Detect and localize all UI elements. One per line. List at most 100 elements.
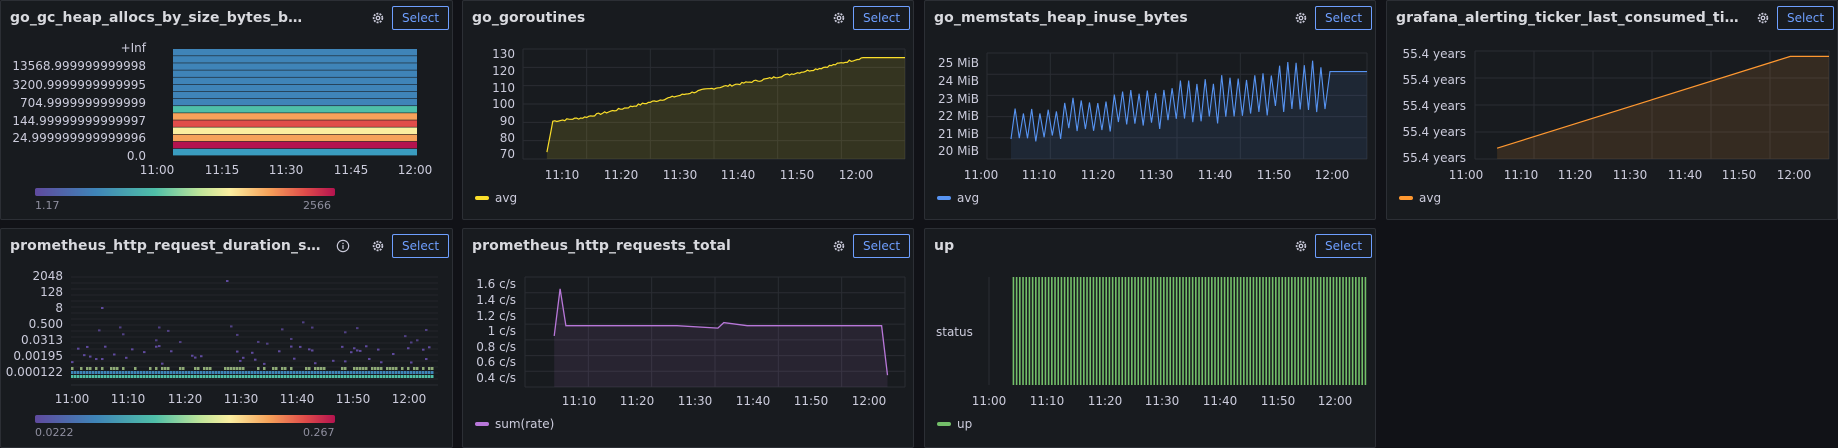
gear-icon[interactable] bbox=[832, 239, 846, 253]
x-tick: 11:20 bbox=[1557, 168, 1593, 182]
heatmap-cell bbox=[107, 375, 110, 378]
gear-icon[interactable] bbox=[1294, 11, 1308, 25]
heatmap-cell bbox=[374, 367, 377, 370]
heatmap-cell bbox=[209, 367, 212, 370]
gear-icon[interactable] bbox=[1756, 11, 1770, 25]
status-bar bbox=[1351, 277, 1354, 385]
heatmap-cell bbox=[272, 371, 275, 374]
select-button[interactable]: Select bbox=[1315, 6, 1373, 30]
heatmap-cell bbox=[344, 331, 347, 334]
select-button[interactable]: Select bbox=[1315, 234, 1373, 258]
heatmap-cell bbox=[158, 326, 161, 329]
panel-requests-total: prometheus_http_requests_total Select 1.… bbox=[462, 228, 914, 448]
heatmap-cell bbox=[401, 367, 404, 370]
heatmap-cell bbox=[173, 375, 176, 378]
heatmap-cell bbox=[290, 345, 293, 348]
heatmap-plot bbox=[71, 276, 438, 386]
status-bar bbox=[1287, 277, 1290, 385]
heatmap-cell bbox=[92, 375, 95, 378]
gear-icon[interactable] bbox=[371, 239, 385, 253]
heatmap-cell bbox=[167, 367, 170, 370]
heatmap-cell bbox=[263, 362, 266, 365]
heatmap-cell bbox=[227, 367, 230, 370]
heatmap-cell bbox=[332, 375, 335, 378]
gear-icon[interactable] bbox=[832, 11, 846, 25]
status-bar bbox=[1076, 277, 1079, 385]
heatmap-cell bbox=[353, 347, 356, 350]
heatmap-cell bbox=[428, 346, 431, 349]
heatmap-cell bbox=[221, 375, 224, 378]
heatmap-cell bbox=[215, 371, 218, 374]
info-icon[interactable] bbox=[336, 239, 350, 253]
gear-icon[interactable] bbox=[1294, 239, 1308, 253]
heatmap-cell bbox=[185, 375, 188, 378]
heatmap-cell bbox=[143, 351, 146, 354]
heatmap-cell bbox=[317, 375, 320, 378]
series-area bbox=[1497, 56, 1829, 159]
panel-goroutines: go_goroutines Select 130 120 110 100 90 … bbox=[462, 0, 914, 220]
legend-item[interactable]: avg bbox=[937, 191, 979, 205]
select-button[interactable]: Select bbox=[853, 6, 911, 30]
heatmap-cell bbox=[269, 371, 272, 374]
heatmap-cell bbox=[104, 371, 107, 374]
heatmap-cell bbox=[431, 371, 434, 374]
legend-item[interactable]: up bbox=[937, 417, 972, 431]
y-label: status bbox=[936, 325, 973, 339]
heatmap-cell bbox=[95, 367, 98, 370]
heatmap-cell bbox=[158, 345, 161, 348]
status-bar bbox=[1012, 277, 1015, 385]
heatmap-cell bbox=[281, 367, 284, 370]
select-button[interactable]: Select bbox=[392, 234, 450, 258]
heatmap-cell bbox=[296, 371, 299, 374]
gear-icon[interactable] bbox=[371, 11, 385, 25]
heatmap-cell bbox=[308, 371, 311, 374]
legend-item[interactable]: sum(rate) bbox=[475, 417, 554, 431]
heatmap-cell bbox=[341, 367, 344, 370]
heatmap-cell bbox=[233, 375, 236, 378]
heatmap-cell bbox=[314, 367, 317, 370]
heatmap-cell bbox=[404, 335, 407, 338]
panel-title: go_gc_heap_allocs_by_size_bytes_bucket bbox=[10, 10, 310, 26]
y-tick: 0.000122 bbox=[5, 365, 63, 379]
heatmap-cell bbox=[287, 371, 290, 374]
heatmap-cell bbox=[419, 371, 422, 374]
heatmap-cell bbox=[179, 341, 182, 344]
heatmap-cell bbox=[266, 375, 269, 378]
heatmap-cell bbox=[161, 367, 164, 370]
heatmap-cell bbox=[392, 371, 395, 374]
heatmap-cell bbox=[425, 358, 428, 361]
heatmap-cell bbox=[392, 353, 395, 356]
status-bar bbox=[1057, 277, 1060, 385]
status-bar bbox=[1031, 277, 1034, 385]
status-bar bbox=[1038, 277, 1040, 385]
status-bar bbox=[1102, 277, 1104, 385]
x-tick: 11:00 bbox=[963, 168, 999, 182]
status-bar bbox=[1220, 277, 1223, 385]
heatmap-cell bbox=[287, 375, 290, 378]
status-bar bbox=[1275, 277, 1277, 385]
heatmap-cell bbox=[299, 375, 302, 378]
heatmap-cell bbox=[173, 113, 417, 120]
heatmap-cell bbox=[281, 328, 284, 331]
select-button[interactable]: Select bbox=[392, 6, 450, 30]
heatmap-cell bbox=[137, 371, 140, 374]
status-bar bbox=[1297, 277, 1300, 385]
select-button[interactable]: Select bbox=[1777, 6, 1835, 30]
legend-label: avg bbox=[957, 191, 980, 205]
heatmap-cell bbox=[251, 375, 254, 378]
legend-item[interactable]: avg bbox=[1399, 191, 1441, 205]
legend-item[interactable]: avg bbox=[475, 191, 517, 205]
heatmap-cell bbox=[344, 360, 347, 363]
select-button[interactable]: Select bbox=[853, 234, 911, 258]
panel-title: go_goroutines bbox=[472, 10, 586, 26]
heatmap-cell bbox=[131, 348, 134, 351]
heatmap-cell bbox=[326, 375, 329, 378]
heatmap-cell bbox=[401, 371, 404, 374]
heatmap-cell bbox=[416, 371, 419, 374]
heatmap-cell bbox=[422, 371, 425, 374]
heatmap-cell bbox=[119, 375, 122, 378]
heatmap-cell bbox=[323, 371, 326, 374]
heatmap-cell bbox=[212, 375, 215, 378]
status-bar bbox=[1348, 277, 1351, 385]
heatmap-cell bbox=[410, 375, 413, 378]
